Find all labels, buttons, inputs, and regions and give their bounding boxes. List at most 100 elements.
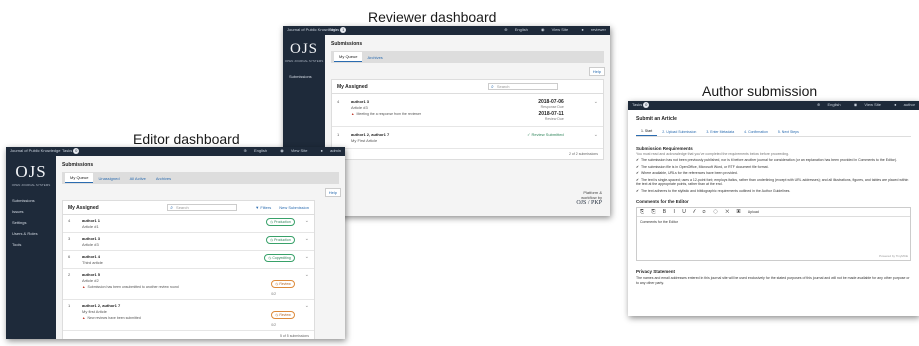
requirement-checkbox[interactable]: ✔ The submission has not been previously … xyxy=(636,158,911,163)
stage-column: ◷ Review 0/2 xyxy=(271,272,295,296)
tasks-link[interactable]: Tasks 1 xyxy=(329,27,347,33)
chevron-down-icon[interactable]: ⌄ xyxy=(305,303,309,309)
ojs-logo: OJS xyxy=(15,162,47,181)
filter-icon: ▼ xyxy=(255,205,260,210)
tab-step-metadata[interactable]: 3. Enter Metadata xyxy=(701,128,739,136)
sidebar-item-issues[interactable]: Issues xyxy=(6,206,56,217)
panel-header: My Assigned ⌕ Search xyxy=(332,80,603,94)
submission-id: 1 xyxy=(68,303,71,308)
chevron-down-icon[interactable]: ⌄ xyxy=(305,218,309,224)
search-input[interactable]: ⌕ Search xyxy=(167,204,238,211)
requirements-heading: Submission Requirements xyxy=(636,146,693,151)
new-submission-button[interactable]: New Submission xyxy=(279,205,309,210)
submissions-count: 2 of 2 submissions xyxy=(569,152,598,156)
comments-textarea[interactable]: Comments for the Editor xyxy=(637,217,910,227)
submission-title: Article #2 xyxy=(82,278,99,283)
tab-step-confirmation[interactable]: 4. Confirmation xyxy=(739,128,773,136)
submission-title: Article #3 xyxy=(351,105,368,110)
stage-badge: ◷ Copyediting xyxy=(264,254,295,262)
chevron-down-icon[interactable]: ⌄ xyxy=(305,254,309,260)
top-bar-right: ⊕ English ◉ View Site ● admin xyxy=(231,148,341,153)
comments-editor[interactable]: ⎘ ⎘ B I U 𝓁 ⊘ ◇ ✕ ▣ Upload Comments for … xyxy=(636,207,911,261)
upload-button[interactable]: Upload xyxy=(748,210,759,214)
submission-id: 3 xyxy=(68,236,71,241)
requirement-checkbox[interactable]: ✔ Where available, URLs for the reference… xyxy=(636,171,911,176)
check-icon: ✔ xyxy=(636,164,639,169)
tab-my-queue[interactable]: My Queue xyxy=(334,52,363,62)
privacy-heading: Privacy Statement xyxy=(636,269,676,274)
requirement-checkbox[interactable]: ✔ The text adheres to the stylistic and b… xyxy=(636,189,911,194)
filters-button[interactable]: ▼ Filters xyxy=(255,205,271,210)
clock-icon: ◷ xyxy=(268,256,272,260)
requirements-intro: You must read and acknowledge that you'v… xyxy=(636,152,790,156)
view-site-link[interactable]: ◉ View Site xyxy=(848,102,881,107)
submission-authors: author1 1 xyxy=(82,218,101,223)
stage-column: ◷ Review 0/2 xyxy=(271,303,295,327)
check-icon: ✔ xyxy=(636,158,639,162)
chevron-down-icon[interactable]: ⌄ xyxy=(305,272,309,278)
language-link[interactable]: ⊕ English xyxy=(237,148,267,153)
panel-title: My Assigned xyxy=(68,204,99,211)
language-link[interactable]: ⊕ English xyxy=(811,102,841,107)
language-link[interactable]: ⊕ English xyxy=(498,27,528,32)
submission-id: 4 xyxy=(68,218,71,223)
site-name[interactable]: Journal of Public Knowledge xyxy=(10,148,60,153)
submission-title: My First Article xyxy=(351,138,378,143)
user-menu[interactable]: ● admin xyxy=(315,148,341,153)
eye-icon: ◉ xyxy=(280,148,284,153)
table-row[interactable]: 1 author1 2, author1 7 My first Article … xyxy=(63,300,314,331)
tab-step-upload[interactable]: 2. Upload Submission xyxy=(657,128,701,136)
search-input[interactable]: ⌕ Search xyxy=(488,83,558,90)
sidebar-item-submissions[interactable]: Submissions xyxy=(283,71,325,82)
sidebar-item-submissions[interactable]: Submissions xyxy=(6,195,56,206)
view-site-link[interactable]: ◉ View Site xyxy=(274,148,307,153)
user-menu[interactable]: ● reviewer xyxy=(575,27,606,32)
submission-info: author1 1 Article #1 xyxy=(82,218,266,229)
table-row[interactable]: 2 author1 5 Article #2 ▲ Submission has b… xyxy=(63,269,314,300)
submission-authors: author1 4 xyxy=(82,254,101,259)
tasks-link[interactable]: Tasks 0 xyxy=(62,148,80,154)
submission-info: author1 2, author1 7 My First Article xyxy=(351,132,494,143)
sidebar-item-tools[interactable]: Tools xyxy=(6,239,56,250)
tasks-link[interactable]: Tasks 0 xyxy=(632,102,650,108)
table-row[interactable]: 6 author1 4 Third article ◷ Copyediting … xyxy=(63,251,314,269)
requirement-checkbox[interactable]: ✔ The text is single-spaced; uses a 12-po… xyxy=(636,178,911,187)
submission-authors: author1 2, author1 7 xyxy=(82,303,121,308)
view-site-link[interactable]: ◉ View Site xyxy=(535,27,568,32)
tab-archives[interactable]: Archives xyxy=(362,53,387,62)
sidebar-nav: Submissions xyxy=(283,71,325,82)
submission-id: 2 xyxy=(68,272,71,277)
top-bar: Journal of Public Knowledge Tasks 1 ⊕ Eng… xyxy=(283,26,610,35)
ojs-logo-subtitle: OPEN JOURNAL SYSTEMS xyxy=(11,183,51,187)
table-row[interactable]: 4 author1 1 Article #1 ◷ Production ⌄ xyxy=(63,215,314,233)
submission-id: 1 xyxy=(337,132,340,137)
tab-archives[interactable]: Archives xyxy=(151,174,176,183)
ojs-logo: OJS xyxy=(289,41,318,57)
user-menu[interactable]: ● author xyxy=(888,102,915,107)
tab-unassigned[interactable]: Unassigned xyxy=(93,174,124,183)
tab-all-active[interactable]: All Active xyxy=(125,174,151,183)
sidebar-item-settings[interactable]: Settings xyxy=(6,217,56,228)
table-row[interactable]: 1 author1 2, author1 7 My First Article … xyxy=(332,127,603,149)
help-button[interactable]: Help xyxy=(324,188,341,197)
requirement-checkbox[interactable]: ✔ The submission file is in OpenOffice, M… xyxy=(636,165,911,170)
author-submission-screenshot: Tasks 0 ⊕ English ◉ View Site ● author Su… xyxy=(628,101,919,316)
user-icon: ● xyxy=(894,102,897,107)
submission-notice: ▲ Meeting the a response from the reviewe… xyxy=(351,112,422,116)
stage-badge: ◷ Production xyxy=(266,236,295,244)
help-button[interactable]: Help xyxy=(588,67,605,76)
pkp-logo: OJS / PKP xyxy=(576,200,602,206)
table-row[interactable]: 3 author1 3 Article #3 ◷ Production ⌄ xyxy=(63,233,314,251)
chevron-down-icon[interactable]: ⌄ xyxy=(594,132,598,138)
editor-toolbar[interactable]: ⎘ ⎘ B I U 𝓁 ⊘ ◇ ✕ ▣ Upload xyxy=(637,208,910,217)
tasks-count-badge: 0 xyxy=(643,102,650,108)
sidebar-item-users-roles[interactable]: Users & Roles xyxy=(6,228,56,239)
pkp-footer-brand[interactable]: Platform & workflow by OJS / PKP xyxy=(576,190,602,206)
top-bar-right: ⊕ English ◉ View Site ● reviewer xyxy=(492,27,606,32)
chevron-down-icon[interactable]: ⌄ xyxy=(594,99,598,105)
chevron-down-icon[interactable]: ⌄ xyxy=(305,236,309,242)
tab-step-next-steps[interactable]: 5. Next Steps xyxy=(773,128,804,136)
tab-my-queue[interactable]: My Queue xyxy=(65,173,94,183)
table-row[interactable]: 4 author1 3 Article #3 ▲ Meeting the a re… xyxy=(332,94,603,127)
tab-step-start[interactable]: 1. Start xyxy=(636,127,658,136)
